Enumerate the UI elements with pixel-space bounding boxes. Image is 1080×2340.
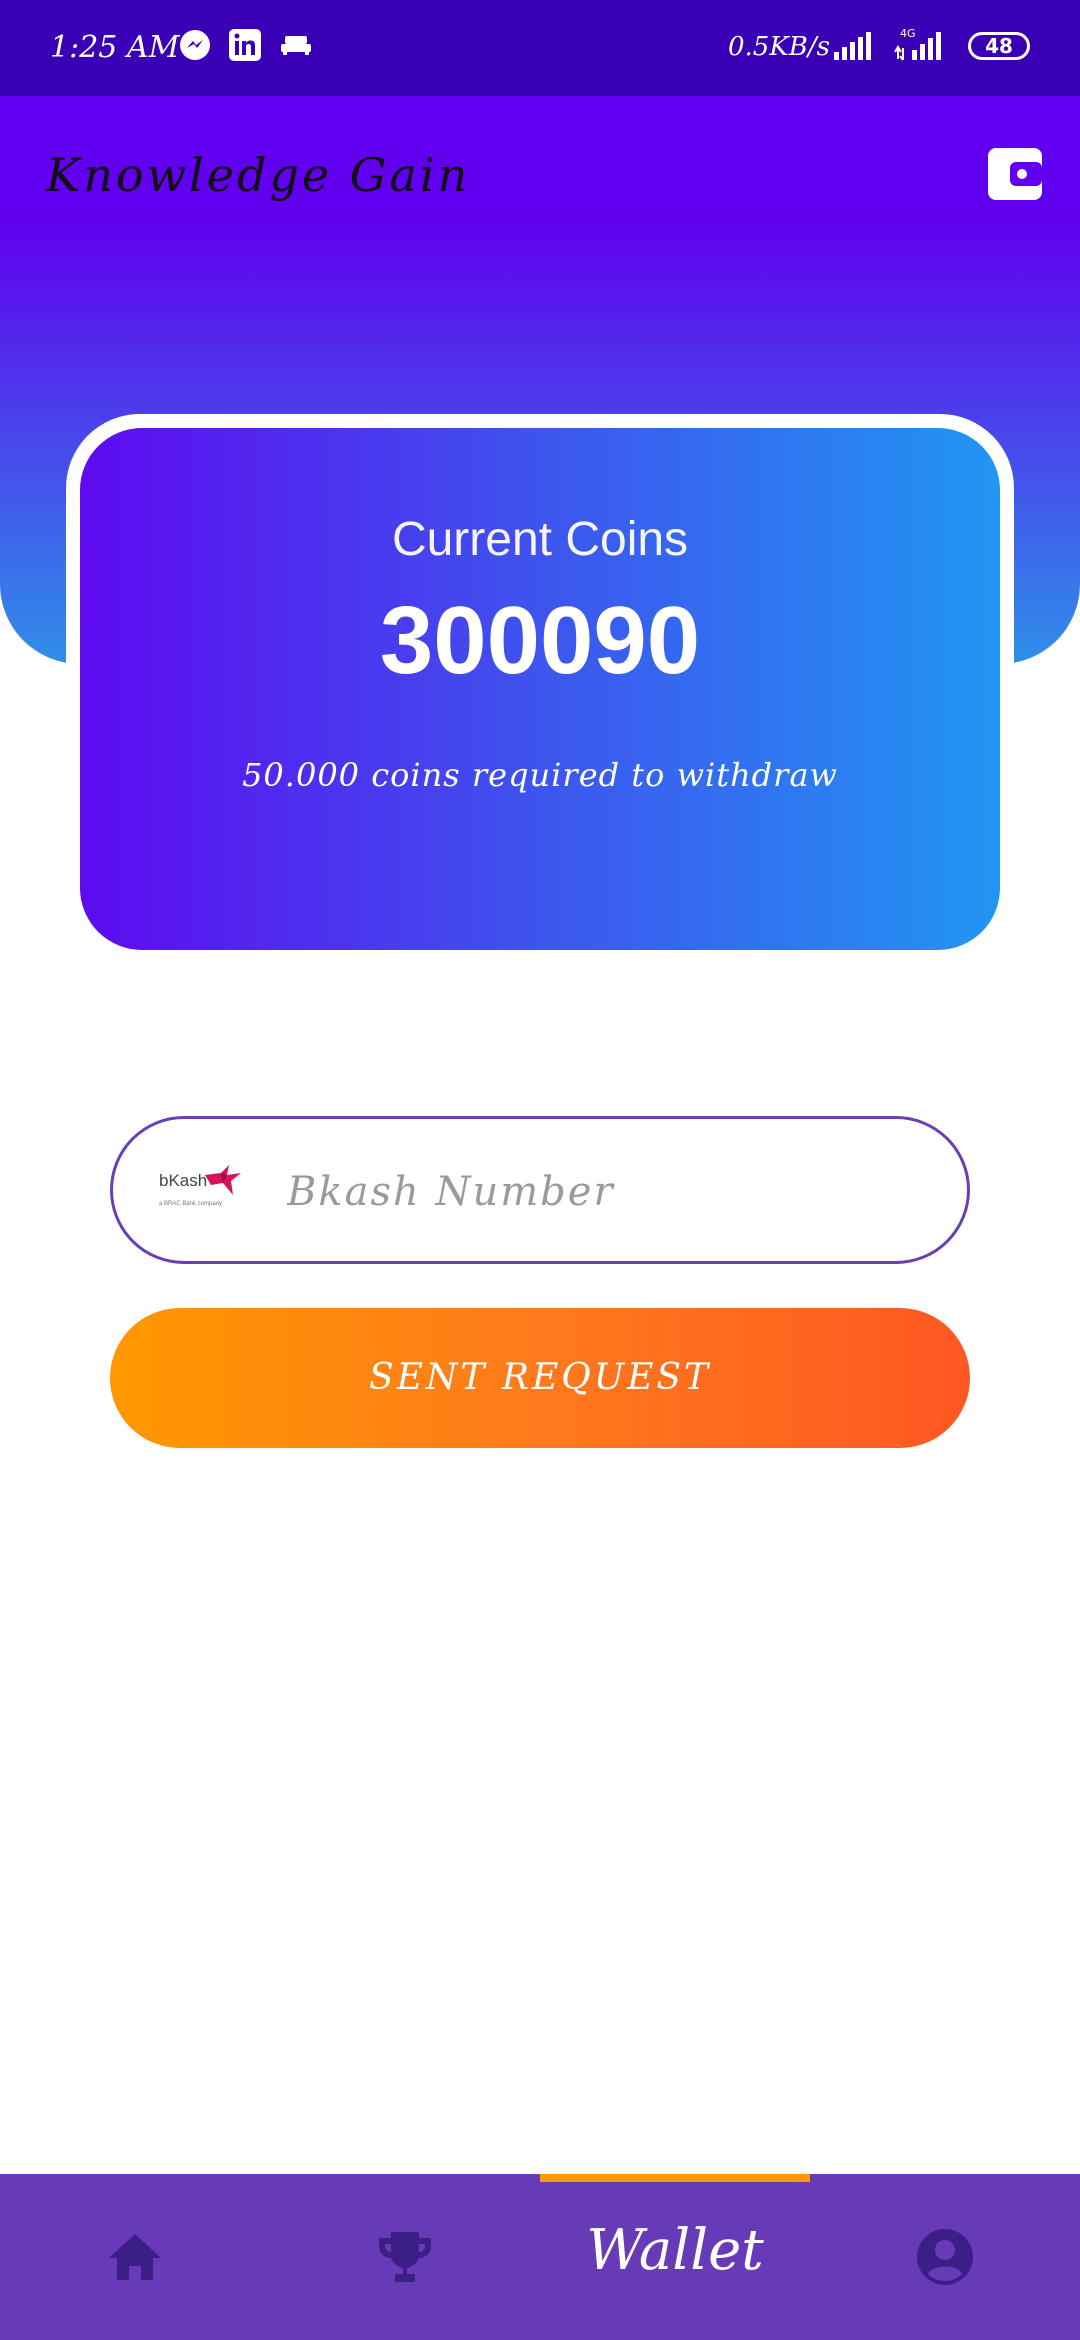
- sofa-icon: [280, 34, 312, 60]
- nav-item-leaderboard[interactable]: [270, 2174, 540, 2340]
- home-icon: [109, 2234, 161, 2280]
- battery-icon: 48: [968, 32, 1030, 60]
- signal-icon: [832, 30, 874, 66]
- bkash-logo: bKash a BRAC Bank company: [159, 1163, 243, 1215]
- messenger-icon: [178, 28, 212, 66]
- withdraw-requirement: 50.000 coins required to withdraw: [242, 756, 838, 794]
- bkash-bird-icon: [205, 1165, 241, 1195]
- nav-item-wallet[interactable]: Wallet: [540, 2174, 810, 2340]
- bkash-logo-text: bKash: [159, 1171, 208, 1190]
- bkash-number-field[interactable]: bKash a BRAC Bank company: [110, 1116, 970, 1264]
- wallet-button[interactable]: [988, 148, 1042, 200]
- bkash-logo-subtitle: a BRAC Bank company: [159, 1201, 223, 1207]
- status-time: 1:25 AM: [50, 30, 180, 65]
- trophy-icon: [379, 2232, 431, 2282]
- account-icon: [917, 2229, 973, 2285]
- status-bar: 1:25 AM 0.5KB/s 4G 48: [0, 0, 1080, 96]
- sent-request-button[interactable]: SENT REQUEST: [110, 1308, 970, 1448]
- coins-value: 300090: [379, 587, 701, 694]
- bottom-nav: Wallet: [0, 2174, 1080, 2340]
- network-type: 4G: [900, 27, 916, 40]
- nav-item-home[interactable]: [0, 2174, 270, 2340]
- coins-label: Current Coins: [391, 513, 689, 566]
- net-speed: 0.5KB/s: [728, 32, 830, 62]
- bkash-number-input[interactable]: [285, 1149, 929, 1235]
- linkedin-icon: [228, 28, 262, 66]
- wallet-icon: [988, 148, 1042, 200]
- coins-card: Current Coins 300090 50.000 coins requir…: [80, 428, 1000, 950]
- app-title: Knowledge Gain: [46, 148, 471, 202]
- signal-4g-icon: 4G: [892, 26, 952, 66]
- nav-item-profile[interactable]: [810, 2174, 1080, 2340]
- nav-label-wallet: Wallet: [586, 2218, 764, 2283]
